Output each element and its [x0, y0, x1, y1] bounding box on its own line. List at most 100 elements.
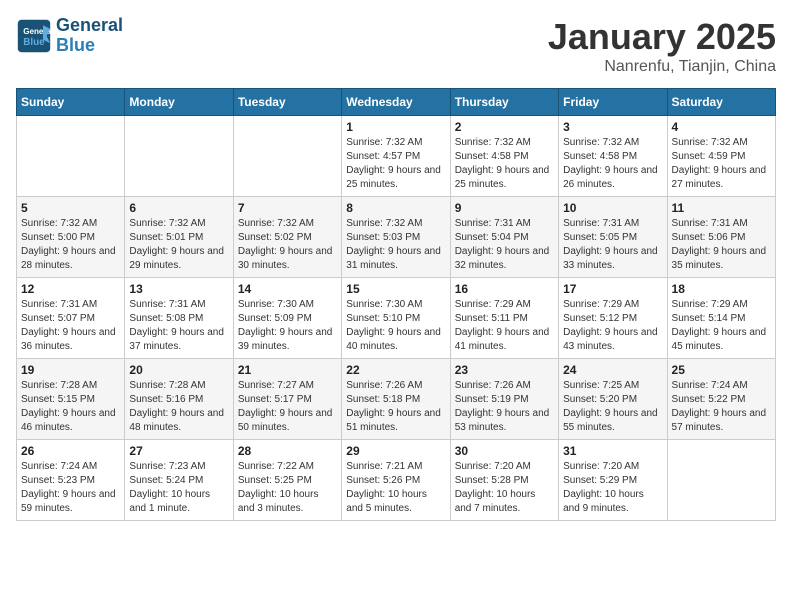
- day-info: Sunrise: 7:32 AM Sunset: 5:02 PM Dayligh…: [238, 217, 337, 273]
- calendar-cell: 14 Sunrise: 7:30 AM Sunset: 5:09 PM Dayli…: [233, 278, 341, 359]
- day-info: Sunrise: 7:28 AM Sunset: 5:16 PM Dayligh…: [129, 379, 228, 435]
- day-info: Sunrise: 7:22 AM Sunset: 5:25 PM Dayligh…: [238, 460, 337, 516]
- day-info: Sunrise: 7:31 AM Sunset: 5:08 PM Dayligh…: [129, 298, 228, 354]
- logo-text-general: General: [56, 16, 123, 36]
- calendar-cell: 7 Sunrise: 7:32 AM Sunset: 5:02 PM Daylig…: [233, 197, 341, 278]
- day-number: 9: [455, 201, 554, 215]
- header: General Blue General Blue January 2025 N…: [16, 16, 776, 76]
- week-row-3: 12 Sunrise: 7:31 AM Sunset: 5:07 PM Dayli…: [17, 278, 776, 359]
- calendar-cell: 24 Sunrise: 7:25 AM Sunset: 5:20 PM Dayli…: [559, 359, 667, 440]
- location-title: Nanrenfu, Tianjin, China: [548, 58, 776, 76]
- day-number: 16: [455, 282, 554, 296]
- day-info: Sunrise: 7:27 AM Sunset: 5:17 PM Dayligh…: [238, 379, 337, 435]
- weekday-header-friday: Friday: [559, 89, 667, 116]
- calendar-cell: 25 Sunrise: 7:24 AM Sunset: 5:22 PM Dayli…: [667, 359, 775, 440]
- day-number: 6: [129, 201, 228, 215]
- week-row-5: 26Sunrise: 7:24 AM Sunset: 5:23 PM Dayli…: [17, 440, 776, 521]
- calendar-cell: 26Sunrise: 7:24 AM Sunset: 5:23 PM Dayli…: [17, 440, 125, 521]
- day-number: 17: [563, 282, 662, 296]
- calendar-cell: [17, 116, 125, 197]
- day-info: Sunrise: 7:31 AM Sunset: 5:05 PM Dayligh…: [563, 217, 662, 273]
- day-info: Sunrise: 7:32 AM Sunset: 4:58 PM Dayligh…: [563, 136, 662, 192]
- day-info: Sunrise: 7:31 AM Sunset: 5:06 PM Dayligh…: [672, 217, 771, 273]
- day-info: Sunrise: 7:30 AM Sunset: 5:09 PM Dayligh…: [238, 298, 337, 354]
- day-info: Sunrise: 7:24 AM Sunset: 5:23 PM Dayligh…: [21, 460, 120, 516]
- day-number: 23: [455, 363, 554, 377]
- calendar-cell: 29Sunrise: 7:21 AM Sunset: 5:26 PM Dayli…: [342, 440, 450, 521]
- day-number: 8: [346, 201, 445, 215]
- logo-text-blue: Blue: [56, 36, 123, 56]
- day-info: Sunrise: 7:23 AM Sunset: 5:24 PM Dayligh…: [129, 460, 228, 516]
- day-info: Sunrise: 7:32 AM Sunset: 5:00 PM Dayligh…: [21, 217, 120, 273]
- calendar-cell: 27 Sunrise: 7:23 AM Sunset: 5:24 PM Dayli…: [125, 440, 233, 521]
- day-number: 22: [346, 363, 445, 377]
- day-number: 31: [563, 444, 662, 458]
- day-info: Sunrise: 7:31 AM Sunset: 5:07 PM Dayligh…: [21, 298, 120, 354]
- day-number: 19: [21, 363, 120, 377]
- week-row-4: 19 Sunrise: 7:28 AM Sunset: 5:15 PM Dayli…: [17, 359, 776, 440]
- day-info: Sunrise: 7:21 AM Sunset: 5:26 PM Dayligh…: [346, 460, 445, 516]
- calendar-cell: 19 Sunrise: 7:28 AM Sunset: 5:15 PM Dayli…: [17, 359, 125, 440]
- weekday-header-wednesday: Wednesday: [342, 89, 450, 116]
- calendar-cell: 17 Sunrise: 7:29 AM Sunset: 5:12 PM Dayli…: [559, 278, 667, 359]
- day-info: Sunrise: 7:24 AM Sunset: 5:22 PM Dayligh…: [672, 379, 771, 435]
- calendar-cell: 9 Sunrise: 7:31 AM Sunset: 5:04 PM Daylig…: [450, 197, 558, 278]
- day-info: Sunrise: 7:26 AM Sunset: 5:18 PM Dayligh…: [346, 379, 445, 435]
- calendar-cell: 13 Sunrise: 7:31 AM Sunset: 5:08 PM Dayli…: [125, 278, 233, 359]
- day-number: 28: [238, 444, 337, 458]
- calendar: SundayMondayTuesdayWednesdayThursdayFrid…: [16, 88, 776, 521]
- day-number: 20: [129, 363, 228, 377]
- weekday-header-saturday: Saturday: [667, 89, 775, 116]
- calendar-cell: 8 Sunrise: 7:32 AM Sunset: 5:03 PM Daylig…: [342, 197, 450, 278]
- day-info: Sunrise: 7:32 AM Sunset: 4:57 PM Dayligh…: [346, 136, 445, 192]
- day-info: Sunrise: 7:31 AM Sunset: 5:04 PM Dayligh…: [455, 217, 554, 273]
- calendar-cell: 10 Sunrise: 7:31 AM Sunset: 5:05 PM Dayli…: [559, 197, 667, 278]
- svg-text:Blue: Blue: [23, 37, 45, 48]
- calendar-cell: [125, 116, 233, 197]
- day-number: 21: [238, 363, 337, 377]
- calendar-cell: 15Sunrise: 7:30 AM Sunset: 5:10 PM Dayli…: [342, 278, 450, 359]
- day-number: 13: [129, 282, 228, 296]
- day-number: 15: [346, 282, 445, 296]
- day-info: Sunrise: 7:26 AM Sunset: 5:19 PM Dayligh…: [455, 379, 554, 435]
- day-number: 24: [563, 363, 662, 377]
- day-number: 10: [563, 201, 662, 215]
- day-number: 2: [455, 120, 554, 134]
- calendar-cell: 6Sunrise: 7:32 AM Sunset: 5:01 PM Daylig…: [125, 197, 233, 278]
- day-number: 25: [672, 363, 771, 377]
- day-info: Sunrise: 7:29 AM Sunset: 5:11 PM Dayligh…: [455, 298, 554, 354]
- calendar-cell: 21 Sunrise: 7:27 AM Sunset: 5:17 PM Dayli…: [233, 359, 341, 440]
- day-number: 3: [563, 120, 662, 134]
- calendar-cell: 30 Sunrise: 7:20 AM Sunset: 5:28 PM Dayli…: [450, 440, 558, 521]
- logo: General Blue General Blue: [16, 16, 123, 56]
- week-row-1: 1Sunrise: 7:32 AM Sunset: 4:57 PM Daylig…: [17, 116, 776, 197]
- calendar-cell: 5Sunrise: 7:32 AM Sunset: 5:00 PM Daylig…: [17, 197, 125, 278]
- day-info: Sunrise: 7:32 AM Sunset: 4:58 PM Dayligh…: [455, 136, 554, 192]
- month-title: January 2025: [548, 16, 776, 58]
- calendar-cell: 23 Sunrise: 7:26 AM Sunset: 5:19 PM Dayli…: [450, 359, 558, 440]
- weekday-header-row: SundayMondayTuesdayWednesdayThursdayFrid…: [17, 89, 776, 116]
- day-info: Sunrise: 7:20 AM Sunset: 5:28 PM Dayligh…: [455, 460, 554, 516]
- day-number: 14: [238, 282, 337, 296]
- day-number: 12: [21, 282, 120, 296]
- calendar-cell: 11Sunrise: 7:31 AM Sunset: 5:06 PM Dayli…: [667, 197, 775, 278]
- day-info: Sunrise: 7:28 AM Sunset: 5:15 PM Dayligh…: [21, 379, 120, 435]
- day-number: 27: [129, 444, 228, 458]
- day-info: Sunrise: 7:25 AM Sunset: 5:20 PM Dayligh…: [563, 379, 662, 435]
- calendar-cell: 16 Sunrise: 7:29 AM Sunset: 5:11 PM Dayli…: [450, 278, 558, 359]
- calendar-cell: 22 Sunrise: 7:26 AM Sunset: 5:18 PM Dayli…: [342, 359, 450, 440]
- calendar-cell: 1Sunrise: 7:32 AM Sunset: 4:57 PM Daylig…: [342, 116, 450, 197]
- weekday-header-tuesday: Tuesday: [233, 89, 341, 116]
- title-area: January 2025 Nanrenfu, Tianjin, China: [548, 16, 776, 76]
- day-number: 30: [455, 444, 554, 458]
- weekday-header-monday: Monday: [125, 89, 233, 116]
- calendar-cell: [667, 440, 775, 521]
- day-info: Sunrise: 7:32 AM Sunset: 5:03 PM Dayligh…: [346, 217, 445, 273]
- calendar-cell: 28 Sunrise: 7:22 AM Sunset: 5:25 PM Dayli…: [233, 440, 341, 521]
- day-number: 18: [672, 282, 771, 296]
- logo-icon: General Blue: [16, 18, 52, 54]
- day-number: 7: [238, 201, 337, 215]
- day-info: Sunrise: 7:29 AM Sunset: 5:12 PM Dayligh…: [563, 298, 662, 354]
- weekday-header-sunday: Sunday: [17, 89, 125, 116]
- calendar-cell: 12 Sunrise: 7:31 AM Sunset: 5:07 PM Dayli…: [17, 278, 125, 359]
